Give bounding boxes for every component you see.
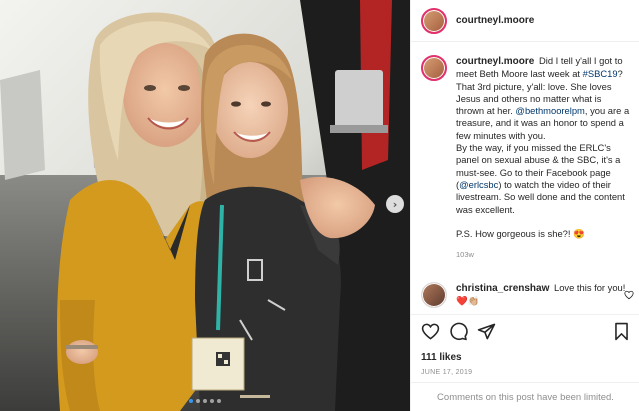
comment-row: christina_crenshaw Love this for you! ❤️… [421, 282, 639, 308]
share-icon[interactable] [477, 322, 496, 346]
heart-icon[interactable] [421, 322, 440, 346]
carousel-dot [203, 399, 207, 403]
caption-text-p2: By the way, if you missed the ERLC's pan… [456, 142, 630, 216]
caption-avatar[interactable] [421, 55, 447, 81]
chevron-right-icon[interactable]: › [386, 195, 404, 213]
caption-area: courtneyl.moore Did I tell y'all I got t… [411, 55, 639, 261]
carousel-indicator [0, 399, 410, 403]
header-username[interactable]: courtneyl.moore [456, 15, 534, 26]
caption: courtneyl.moore Did I tell y'all I got t… [421, 55, 630, 261]
comment-like-icon[interactable] [624, 290, 634, 303]
commenter-avatar[interactable] [421, 282, 447, 308]
bookmark-icon[interactable] [613, 322, 630, 346]
carousel-dot [210, 399, 214, 403]
caption-link[interactable]: @bethmoorelpm [515, 105, 584, 116]
avatar[interactable] [421, 7, 447, 34]
post-photo[interactable]: › [0, 0, 410, 411]
caption-username[interactable]: courtneyl.moore [456, 56, 534, 67]
post-age[interactable]: 103w [456, 249, 630, 261]
caption-text-p1: Did I tell y'all I got to meet Beth Moor… [456, 55, 629, 141]
caption-link[interactable]: @erlcsbc [459, 179, 498, 190]
comments-limited-notice: Comments on this post have been limited. [411, 382, 639, 411]
post-sidebar: courtneyl.moore courtneyl.moore Did I te… [410, 0, 639, 411]
caption-link[interactable]: #SBC19 [583, 68, 618, 79]
comment-icon[interactable] [449, 322, 468, 346]
action-bar: 111 likes JUNE 17, 2019 [411, 314, 639, 376]
comment-username[interactable]: christina_crenshaw [456, 283, 549, 294]
post-header: courtneyl.moore [411, 0, 639, 42]
post-date[interactable]: JUNE 17, 2019 [421, 369, 630, 376]
carousel-dot [217, 399, 221, 403]
caption-text-p3: P.S. How gorgeous is she?! 😍 [456, 227, 585, 239]
carousel-dot [189, 399, 193, 403]
carousel-dot [196, 399, 200, 403]
photo-image [0, 0, 410, 411]
likes-count[interactable]: 111 likes [421, 352, 630, 363]
